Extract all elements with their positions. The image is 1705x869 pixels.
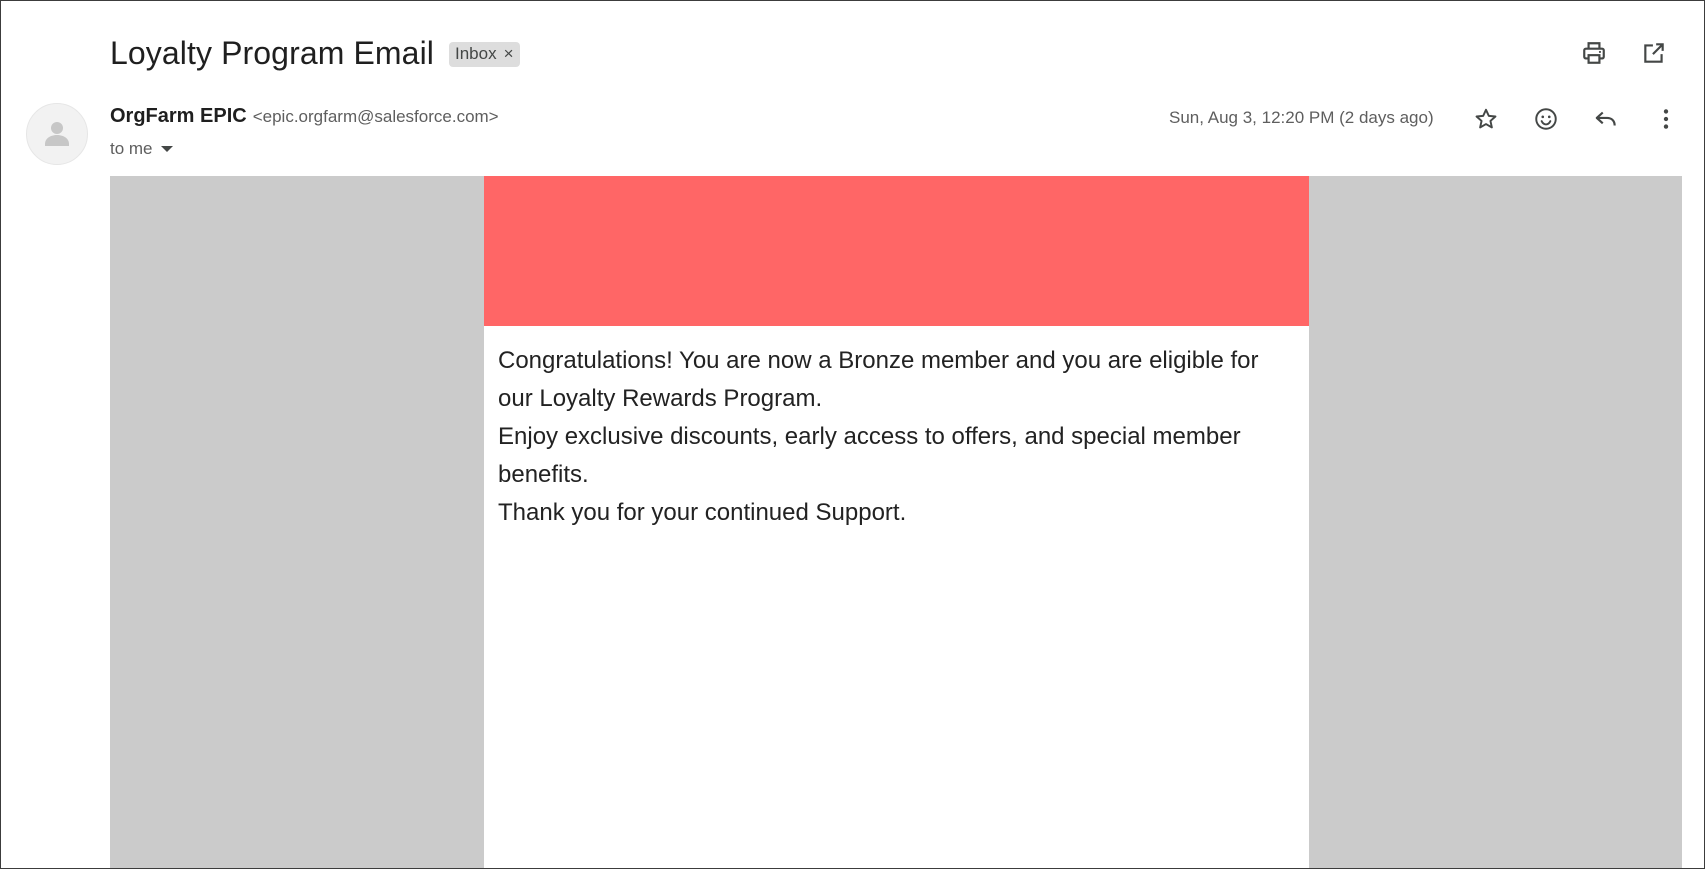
add-reaction-button[interactable] xyxy=(1530,103,1562,135)
sender-email: <epic.orgfarm@salesforce.com> xyxy=(252,107,499,126)
email-body-background: Congratulations! You are now a Bronze me… xyxy=(110,176,1682,868)
email-date: Sun, Aug 3, 12:20 PM (2 days ago) xyxy=(1169,108,1434,127)
email-view: Loyalty Program Email Inbox × OrgFarm EP… xyxy=(0,0,1705,869)
sender-name[interactable]: OrgFarm EPIC xyxy=(110,105,247,128)
sender-row: OrgFarm EPIC <epic.orgfarm@salesforce.co… xyxy=(110,105,499,128)
recipient-text: to me xyxy=(110,139,153,158)
person-icon xyxy=(45,122,69,146)
open-in-new-window-button[interactable] xyxy=(1638,37,1670,69)
message-line: Thank you for your continued Support. xyxy=(498,499,907,526)
more-options-button[interactable] xyxy=(1650,103,1682,135)
email-subject: Loyalty Program Email xyxy=(110,34,434,71)
print-button[interactable] xyxy=(1578,37,1610,69)
email-message: Congratulations! You are now a Bronze me… xyxy=(484,326,1309,532)
subject-row: Loyalty Program Email Inbox × xyxy=(110,31,520,75)
message-line: Enjoy exclusive discounts, early access … xyxy=(498,423,1241,488)
reply-icon xyxy=(1595,111,1616,126)
header-banner xyxy=(484,176,1309,326)
emoji-reaction-icon xyxy=(1535,108,1557,130)
more-options-icon xyxy=(1663,109,1669,129)
print-icon xyxy=(1583,42,1605,64)
chevron-down-icon xyxy=(160,146,173,152)
star-button[interactable] xyxy=(1470,103,1502,135)
email-content-card: Congratulations! You are now a Bronze me… xyxy=(484,176,1309,868)
label-name: Inbox xyxy=(455,43,497,63)
sender-avatar[interactable] xyxy=(26,103,88,165)
message-actions xyxy=(1470,103,1682,135)
open-in-new-window-icon xyxy=(1644,43,1664,63)
inbox-label-chip[interactable]: Inbox × xyxy=(449,41,520,67)
remove-label-icon[interactable]: × xyxy=(504,44,514,64)
star-icon xyxy=(1475,108,1497,129)
reply-button[interactable] xyxy=(1590,103,1622,135)
recipient-details-toggle[interactable]: to me xyxy=(110,139,173,159)
message-line: Congratulations! You are now a Bronze me… xyxy=(498,347,1259,412)
thread-toolbar xyxy=(1578,37,1670,69)
